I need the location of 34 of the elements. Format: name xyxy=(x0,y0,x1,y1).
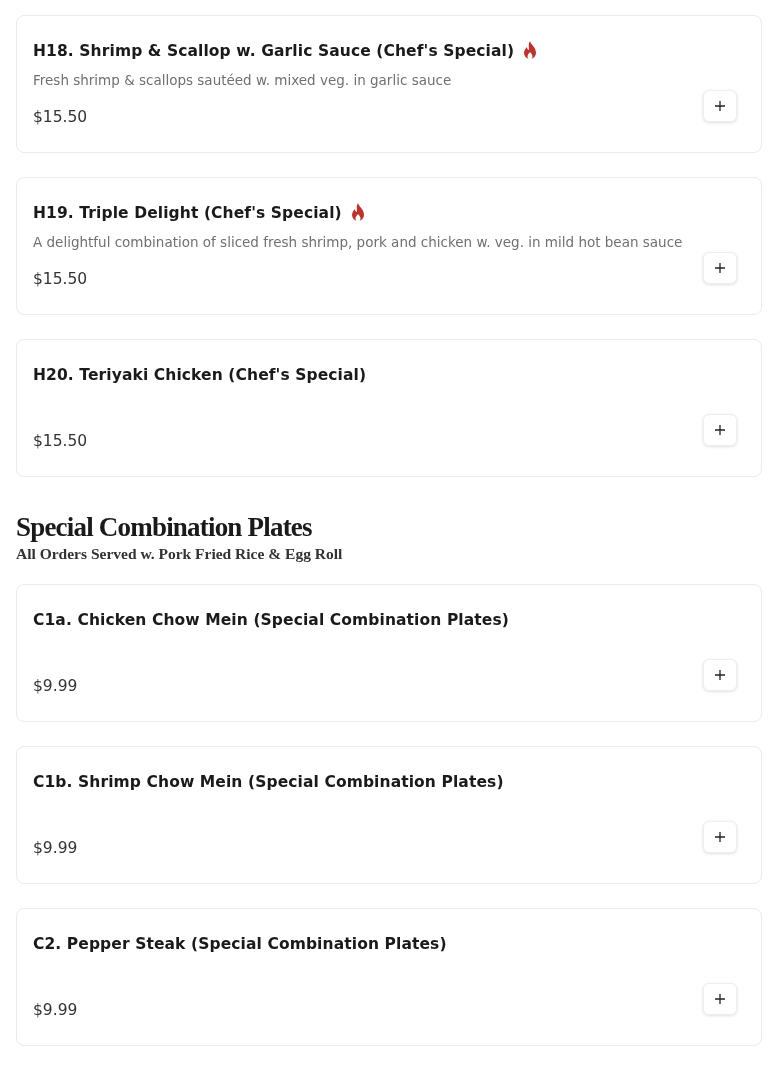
section-subtitle: All Orders Served w. Pork Fried Rice & Egg Roll xyxy=(16,545,344,563)
item-name: C2. Pepper Steak (Special Combination Plates) xyxy=(33,935,447,953)
item-name: H19. Triple Delight (Chef's Special) xyxy=(33,204,342,222)
add-button[interactable] xyxy=(703,983,737,1015)
menu-item-card[interactable]: H18. Shrimp & Scallop w. Garlic Sauce (Chef's Special) Fresh shrimp & scallops sautéed w. mixed veg. in garlic sauce $15.50 xyxy=(16,15,762,153)
plus-icon xyxy=(715,263,725,273)
add-button[interactable] xyxy=(703,659,737,691)
plus-icon xyxy=(715,101,725,111)
item-name: C1a. Chicken Chow Mein (Special Combination Plates) xyxy=(33,611,509,629)
item-price: $9.99 xyxy=(33,1000,78,1019)
item-price: $15.50 xyxy=(33,431,88,450)
menu-item-card[interactable]: H19. Triple Delight (Chef's Special) A delightful combination of sliced fresh shrimp, pork and chicken w. veg. in mild hot bean sauce $15.50 xyxy=(16,177,762,315)
item-price: $15.50 xyxy=(33,269,88,288)
item-name: C1b. Shrimp Chow Mein (Special Combination Plates) xyxy=(33,773,504,791)
item-price: $9.99 xyxy=(33,676,78,695)
item-name: H20. Teriyaki Chicken (Chef's Special) xyxy=(33,366,367,384)
plus-icon xyxy=(715,994,725,1004)
add-button[interactable] xyxy=(703,414,737,446)
item-price: $9.99 xyxy=(33,838,78,857)
section-title: Special Combination Plates xyxy=(16,511,313,543)
item-description: A delightful combination of sliced fresh shrimp, pork and chicken w. veg. in mild hot bean sauce xyxy=(33,234,683,250)
menu-item-card[interactable]: C2. Pepper Steak (Special Combination Plates) $9.99 xyxy=(16,908,762,1046)
menu-item-card[interactable]: C1b. Shrimp Chow Mein (Special Combination Plates) $9.99 xyxy=(16,746,762,884)
item-price: $15.50 xyxy=(33,107,88,126)
add-button[interactable] xyxy=(703,252,737,284)
plus-icon xyxy=(715,832,725,842)
item-name: H18. Shrimp & Scallop w. Garlic Sauce (Chef's Special) xyxy=(33,42,515,60)
plus-icon xyxy=(715,670,725,680)
add-button[interactable] xyxy=(703,90,737,122)
add-button[interactable] xyxy=(703,821,737,853)
plus-icon xyxy=(715,425,725,435)
menu-item-card[interactable]: C1a. Chicken Chow Mein (Special Combination Plates) $9.99 xyxy=(16,584,762,722)
menu-item-card[interactable]: H20. Teriyaki Chicken (Chef's Special) $15.50 xyxy=(16,339,762,477)
item-description: Fresh shrimp & scallops sautéed w. mixed veg. in garlic sauce xyxy=(33,72,452,88)
